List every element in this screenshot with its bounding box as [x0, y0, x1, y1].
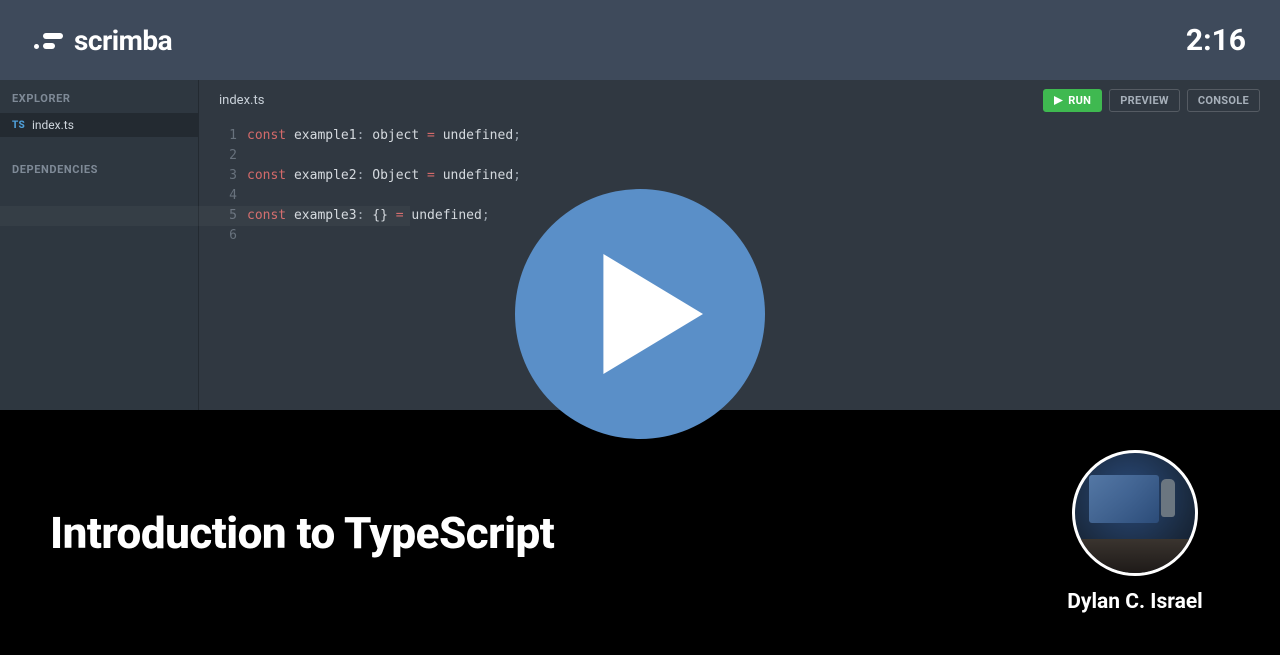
preview-label: PREVIEW [1120, 94, 1169, 107]
code-line: const example2: Object = undefined; [247, 166, 1280, 186]
console-label: CONSOLE [1198, 94, 1249, 107]
code-line [247, 146, 1280, 166]
file-tab[interactable]: index.ts [219, 83, 264, 118]
run-label: RUN [1068, 94, 1091, 107]
instructor-avatar[interactable] [1072, 450, 1198, 576]
line-number: 6 [199, 226, 237, 246]
scrimba-logo-icon [34, 30, 64, 50]
run-button[interactable]: RUN [1043, 89, 1102, 112]
sidebar: EXPLORER TS index.ts DEPENDENCIES [0, 80, 199, 410]
file-tab-bar: index.ts RUN PREVIEW CONSOLE [199, 80, 1280, 120]
instructor-name: Dylan C. Israel [1067, 590, 1202, 614]
explorer-header: EXPLORER [0, 80, 198, 113]
brand-name: scrimba [74, 24, 172, 57]
line-number: 5 [199, 206, 237, 226]
code-line [247, 226, 1280, 246]
lesson-hero: Introduction to TypeScript Dylan C. Isra… [0, 410, 1280, 655]
line-number: 2 [199, 146, 237, 166]
editor-toolbar: RUN PREVIEW CONSOLE [1043, 89, 1260, 112]
timestamp: 2:16 [1186, 23, 1246, 58]
console-button[interactable]: CONSOLE [1187, 89, 1260, 112]
dependencies-header: DEPENDENCIES [0, 151, 198, 184]
code-content: const example1: object = undefined; cons… [247, 126, 1280, 410]
line-number: 1 [199, 126, 237, 146]
file-entry[interactable]: TS index.ts [0, 113, 198, 137]
instructor-block: Dylan C. Israel [1050, 450, 1220, 614]
code-line [247, 186, 1280, 206]
file-name: index.ts [32, 118, 74, 132]
ts-badge-icon: TS [12, 120, 25, 131]
top-bar: scrimba 2:16 [0, 0, 1280, 80]
preview-button[interactable]: PREVIEW [1109, 89, 1180, 112]
play-button[interactable] [515, 189, 765, 439]
play-icon [1054, 96, 1063, 105]
line-gutter: 123456 [199, 126, 247, 410]
brand[interactable]: scrimba [34, 24, 172, 57]
line-number: 4 [199, 186, 237, 206]
play-icon [589, 254, 709, 374]
line-number: 3 [199, 166, 237, 186]
code-line: const example3: {} = undefined; [247, 206, 1280, 226]
code-line: const example1: object = undefined; [247, 126, 1280, 146]
